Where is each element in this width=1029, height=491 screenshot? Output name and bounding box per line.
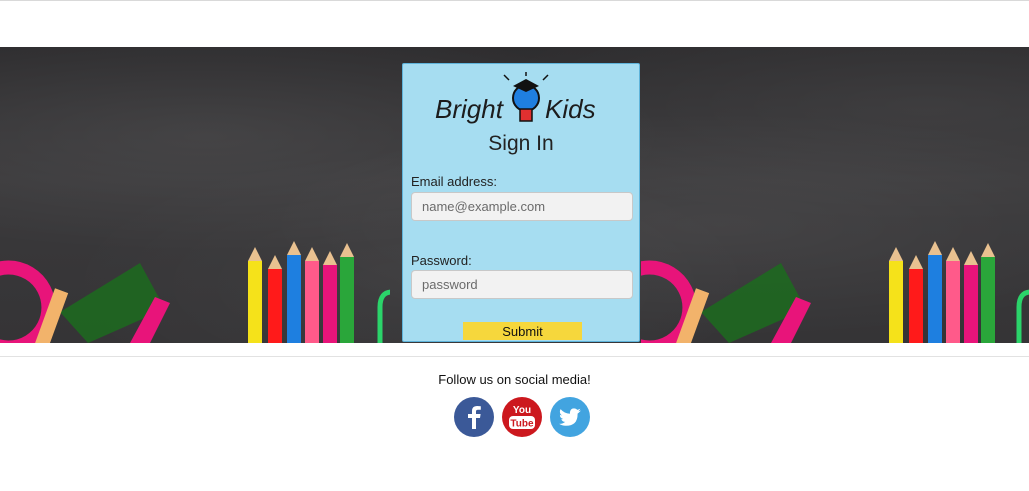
signin-card: Bright Kids Sign In Email address: Passw… (402, 63, 640, 342)
logo-text-right: Kids (545, 94, 596, 124)
facebook-link[interactable] (454, 397, 494, 437)
submit-button[interactable]: Submit (463, 322, 582, 340)
email-label: Email address: (411, 174, 497, 189)
school-supplies-right (641, 241, 1029, 343)
top-divider (0, 0, 1029, 1)
signin-title: Sign In (488, 132, 554, 155)
follow-text: Follow us on social media! (438, 372, 591, 387)
logo-text-left: Bright (435, 94, 505, 124)
email-input[interactable] (411, 192, 633, 221)
bright-kids-logo: Bright Kids (435, 72, 596, 124)
youtube-link[interactable]: You Tube (502, 397, 542, 437)
youtube-icon-text-bottom: Tube (510, 419, 534, 430)
footer-divider (0, 356, 1029, 357)
lightbulb-icon (503, 72, 549, 122)
password-input[interactable] (411, 270, 633, 299)
facebook-icon (454, 397, 494, 437)
youtube-icon: You Tube (502, 397, 542, 437)
twitter-icon (550, 397, 590, 437)
twitter-link[interactable] (550, 397, 590, 437)
school-supplies-left (0, 241, 390, 343)
password-label: Password: (411, 253, 472, 268)
youtube-icon-text-top: You (513, 405, 531, 416)
